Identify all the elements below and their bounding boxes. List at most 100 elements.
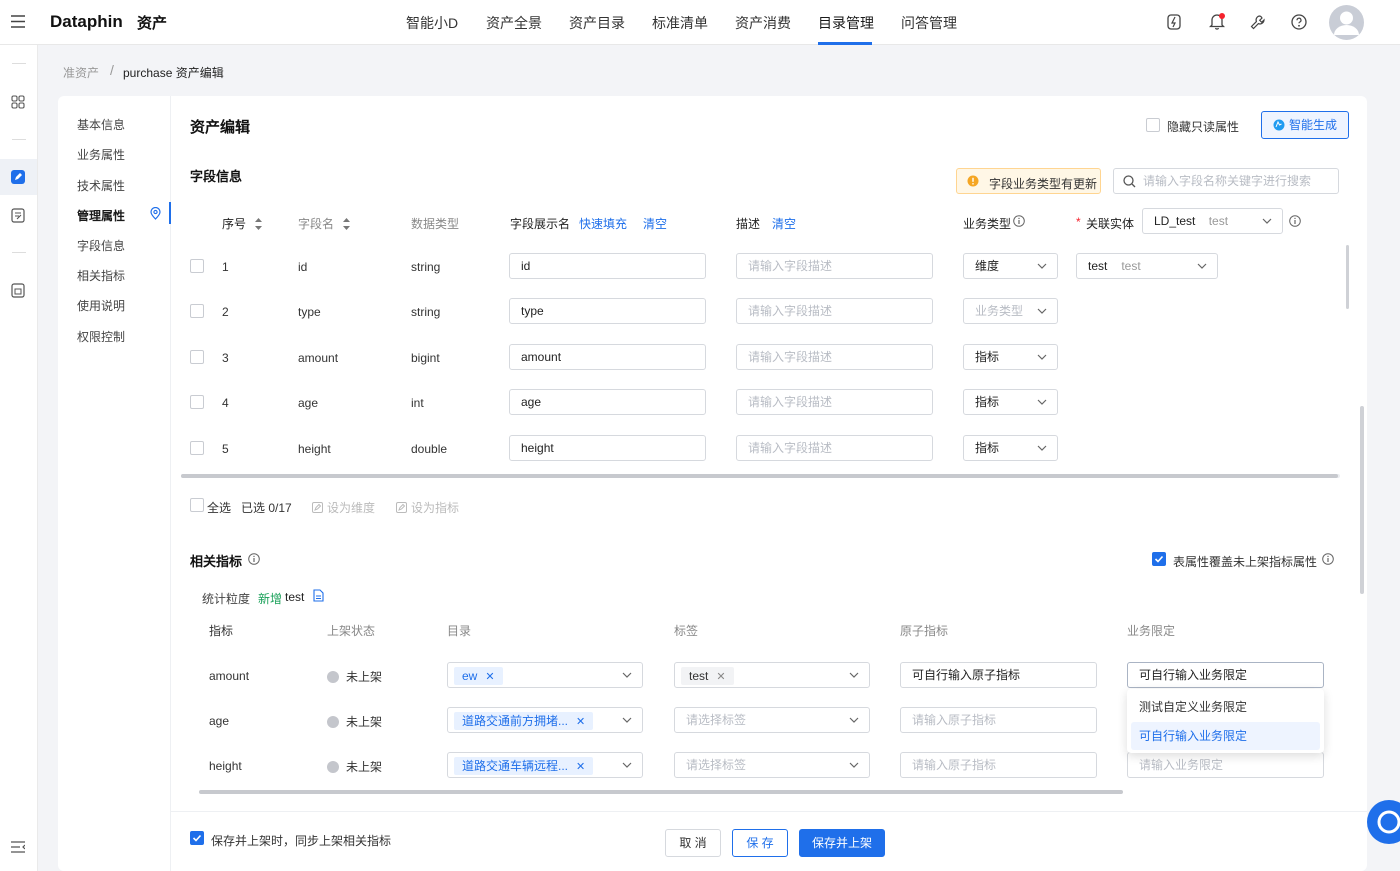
description-input[interactable]: 请输入字段描述 xyxy=(736,389,933,415)
close-icon[interactable]: ✕ xyxy=(576,716,585,728)
clear-display-link[interactable]: 清空 xyxy=(643,215,667,232)
row-checkbox[interactable] xyxy=(190,441,204,455)
sidenav-manage-attr[interactable]: 管理属性 xyxy=(77,207,125,224)
catalog-select[interactable]: 道路交通前方拥堵... ✕ xyxy=(447,707,643,733)
atomic-metric-input[interactable]: 请输入原子指标 xyxy=(900,707,1097,733)
apps-icon[interactable] xyxy=(11,95,25,109)
set-dimension-button[interactable]: 设为维度 xyxy=(312,499,375,516)
sort-icon[interactable] xyxy=(255,218,263,230)
field-table-vscrollbar[interactable] xyxy=(1346,245,1349,309)
biz-limit-input[interactable]: 请输入业务限定 xyxy=(1127,752,1324,778)
tag-chip[interactable]: test ✕ xyxy=(681,667,734,685)
info-icon[interactable] xyxy=(1013,215,1025,227)
catalog-select[interactable]: ew ✕ xyxy=(447,662,643,688)
sidenav-field-info[interactable]: 字段信息 xyxy=(77,237,125,254)
row-checkbox[interactable] xyxy=(190,350,204,364)
breadcrumb-parent[interactable]: 准资产 xyxy=(63,64,99,81)
update-notice[interactable]: 字段业务类型有更新 xyxy=(956,168,1101,194)
wrench-icon[interactable] xyxy=(1250,14,1266,30)
avatar[interactable] xyxy=(1329,5,1364,40)
dropdown-option-selected[interactable]: 可自行输入业务限定 xyxy=(1131,722,1320,750)
nav-catalog-manage[interactable]: 目录管理 xyxy=(818,13,874,33)
info-icon[interactable] xyxy=(1322,553,1334,565)
catalog-tag[interactable]: 道路交通前方拥堵... ✕ xyxy=(454,712,594,730)
tag-select[interactable]: test ✕ xyxy=(674,662,870,688)
sidenav-basic-info[interactable]: 基本信息 xyxy=(77,116,125,133)
override-checkbox[interactable] xyxy=(1152,552,1166,566)
sidenav-usage[interactable]: 使用说明 xyxy=(77,297,125,314)
menu-icon[interactable] xyxy=(11,15,25,28)
assistant-float-button[interactable] xyxy=(1367,800,1400,844)
doc-icon[interactable] xyxy=(313,589,324,602)
description-input[interactable]: 请输入字段描述 xyxy=(736,253,933,279)
row-entity-select[interactable]: test test xyxy=(1076,253,1218,279)
close-icon[interactable]: ✕ xyxy=(576,761,585,773)
nav-standard-list[interactable]: 标准清单 xyxy=(652,13,708,33)
clear-desc-link[interactable]: 清空 xyxy=(772,215,796,232)
tag-select[interactable]: 请选择标签 xyxy=(674,752,870,778)
entity-select[interactable]: LD_test test xyxy=(1142,208,1283,234)
display-name-input[interactable]: height xyxy=(509,435,706,461)
display-name-input[interactable]: type xyxy=(509,298,706,324)
metrics-table-scrollbar[interactable] xyxy=(199,790,1123,794)
field-search-input[interactable]: 请输入字段名称关键字进行搜索 xyxy=(1113,168,1339,194)
smart-generate-button[interactable]: 智能生成 xyxy=(1261,111,1349,139)
description-input[interactable]: 请输入字段描述 xyxy=(736,435,933,461)
nav-asset-catalog[interactable]: 资产目录 xyxy=(569,13,625,33)
quick-fill-link[interactable]: 快速填充 xyxy=(579,215,627,232)
bell-icon[interactable] xyxy=(1209,13,1225,30)
row-checkbox[interactable] xyxy=(190,259,204,273)
row-checkbox[interactable] xyxy=(190,395,204,409)
col-index[interactable]: 序号 xyxy=(222,215,263,232)
display-name-input[interactable]: age xyxy=(509,389,706,415)
logo[interactable]: Dataphin xyxy=(50,12,123,32)
description-input[interactable]: 请输入字段描述 xyxy=(736,344,933,370)
sync-publish-checkbox[interactable] xyxy=(190,831,204,845)
display-name-input[interactable]: id xyxy=(509,253,706,279)
atomic-metric-input[interactable]: 可自行输入原子指标 xyxy=(900,662,1097,688)
page-vscrollbar[interactable] xyxy=(1360,406,1364,594)
collapse-menu-icon[interactable] xyxy=(11,841,25,853)
col-field-name[interactable]: 字段名 xyxy=(298,215,351,232)
description-input[interactable]: 请输入字段描述 xyxy=(736,298,933,324)
bolt-icon[interactable] xyxy=(1167,14,1181,30)
biz-type-select[interactable]: 指标 xyxy=(963,389,1058,415)
biz-limit-input[interactable]: 可自行输入业务限定 xyxy=(1127,662,1324,688)
row-checkbox[interactable] xyxy=(190,304,204,318)
sort-icon[interactable] xyxy=(343,218,351,230)
biz-type-select[interactable]: 指标 xyxy=(963,344,1058,370)
hide-readonly-checkbox[interactable] xyxy=(1146,118,1160,132)
info-icon[interactable] xyxy=(248,553,260,565)
close-icon[interactable]: ✕ xyxy=(485,671,494,683)
sidenav-tech-attr[interactable]: 技术属性 xyxy=(77,177,125,194)
catalog-select[interactable]: 道路交通车辆远程... ✕ xyxy=(447,752,643,778)
nav-asset-overview[interactable]: 资产全景 xyxy=(486,13,542,33)
biz-type-select[interactable]: 业务类型 xyxy=(963,298,1058,324)
sidenav-permission[interactable]: 权限控制 xyxy=(77,328,125,345)
form-icon[interactable] xyxy=(11,208,25,223)
sidenav-related-metrics[interactable]: 相关指标 xyxy=(77,267,125,284)
field-table-scrollbar[interactable] xyxy=(181,474,1338,478)
cancel-button[interactable]: 取 消 xyxy=(665,829,721,857)
sidenav-business-attr[interactable]: 业务属性 xyxy=(77,146,125,163)
info-icon[interactable] xyxy=(1289,215,1301,227)
document-icon[interactable] xyxy=(11,283,25,298)
display-name-input[interactable]: amount xyxy=(509,344,706,370)
nav-smart-d[interactable]: 智能小D xyxy=(406,13,458,33)
tag-select[interactable]: 请选择标签 xyxy=(674,707,870,733)
help-icon[interactable] xyxy=(1291,14,1307,30)
set-metric-button[interactable]: 设为指标 xyxy=(396,499,459,516)
catalog-tag[interactable]: ew ✕ xyxy=(454,667,503,685)
save-publish-button[interactable]: 保存并上架 xyxy=(799,829,885,857)
edit-doc-icon[interactable] xyxy=(11,170,25,184)
biz-type-select[interactable]: 指标 xyxy=(963,435,1058,461)
biz-type-select[interactable]: 维度 xyxy=(963,253,1058,279)
catalog-tag[interactable]: 道路交通车辆远程... ✕ xyxy=(454,757,594,775)
nav-asset-consume[interactable]: 资产消费 xyxy=(735,13,791,33)
save-button[interactable]: 保 存 xyxy=(732,829,788,857)
select-all-checkbox[interactable] xyxy=(190,498,204,512)
close-icon[interactable]: ✕ xyxy=(716,671,725,683)
atomic-metric-input[interactable]: 请输入原子指标 xyxy=(900,752,1097,778)
dropdown-option[interactable]: 测试自定义业务限定 xyxy=(1127,693,1324,721)
nav-qa-manage[interactable]: 问答管理 xyxy=(901,13,957,33)
